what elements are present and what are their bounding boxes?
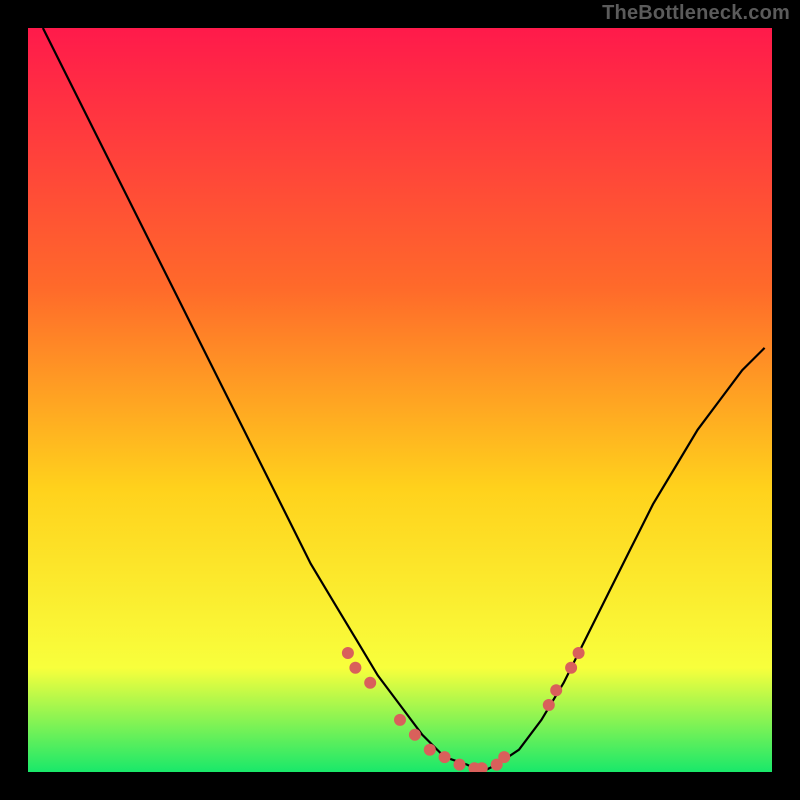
highlight-dot <box>409 729 421 741</box>
highlight-dot <box>342 647 354 659</box>
outer-frame: TheBottleneck.com <box>0 0 800 800</box>
highlight-dot <box>424 744 436 756</box>
watermark-text: TheBottleneck.com <box>602 2 790 25</box>
highlight-dot <box>439 751 451 763</box>
highlight-dot <box>349 662 361 674</box>
highlight-dot <box>364 677 376 689</box>
highlight-dot <box>565 662 577 674</box>
highlight-dot <box>454 759 466 771</box>
highlight-dot <box>573 647 585 659</box>
gradient-background <box>28 28 772 772</box>
chart-svg <box>28 28 772 772</box>
highlight-dot <box>498 751 510 763</box>
highlight-dot <box>550 684 562 696</box>
chart-plot-area <box>28 28 772 772</box>
highlight-dot <box>394 714 406 726</box>
highlight-dot <box>543 699 555 711</box>
